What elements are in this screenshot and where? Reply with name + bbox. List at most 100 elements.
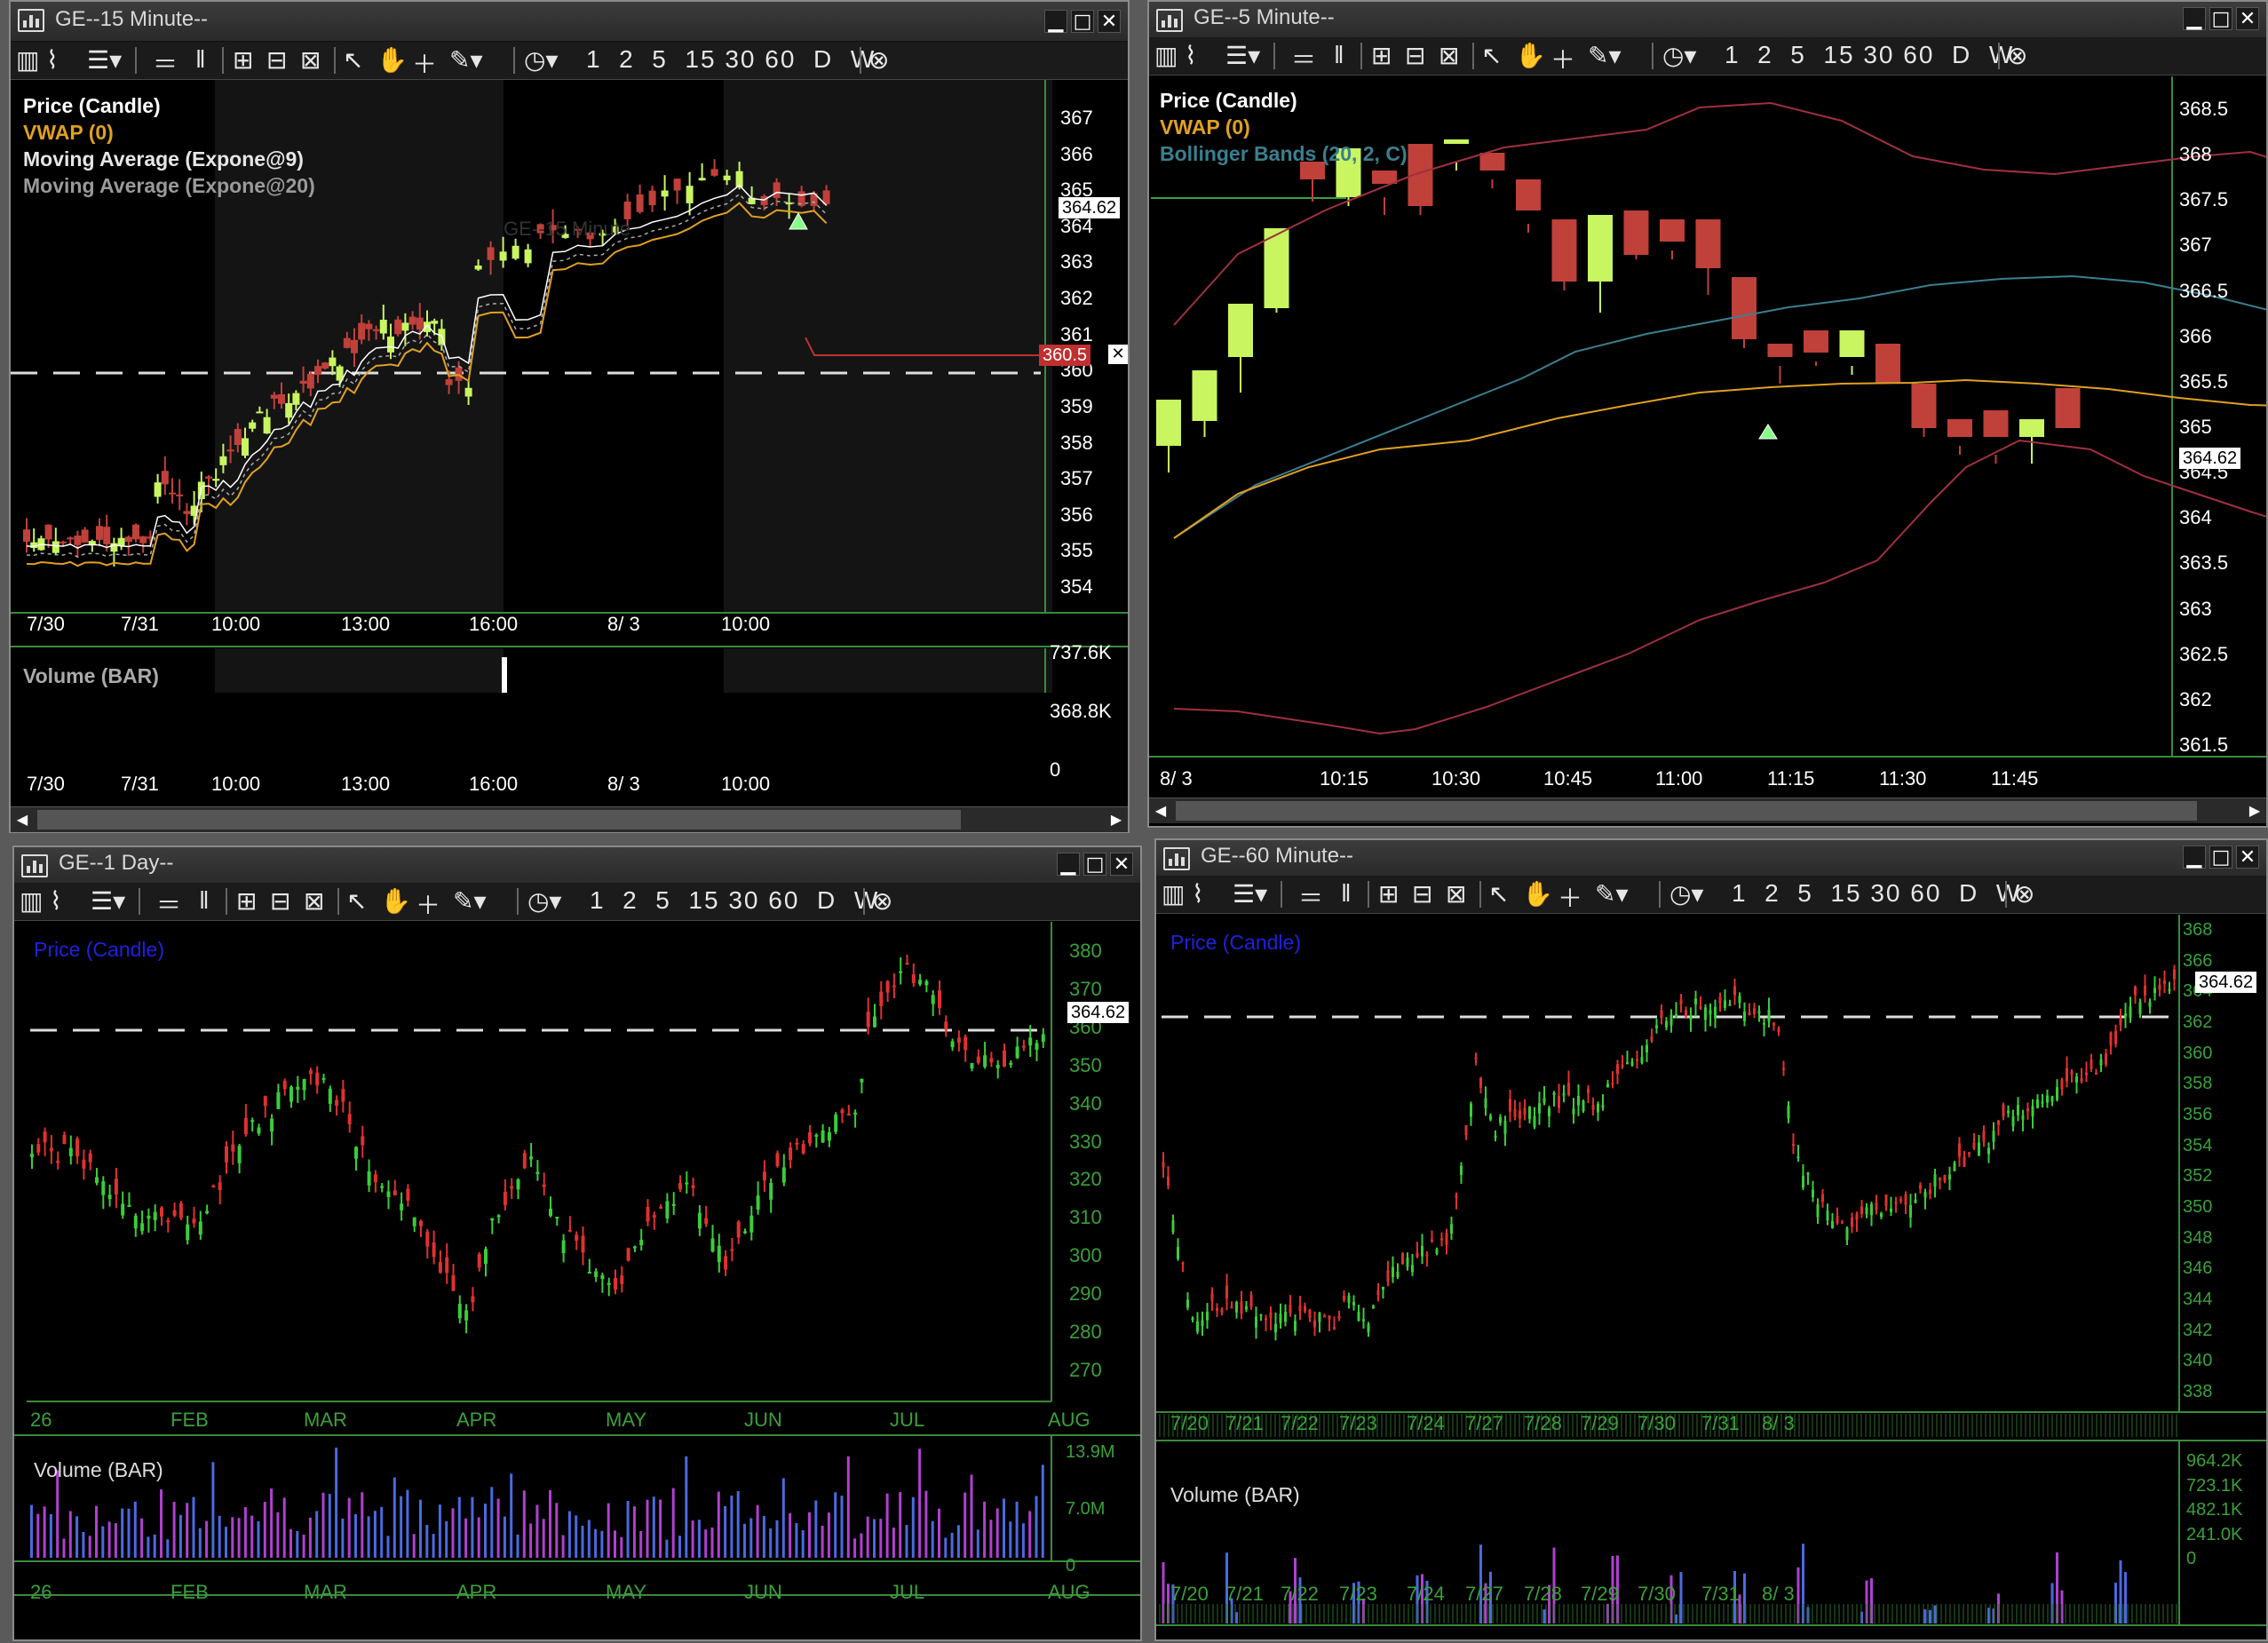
clock-icon[interactable]: ◷▾ — [1669, 879, 1704, 909]
period-30[interactable]: 30 — [728, 886, 759, 914]
price-chart-60min[interactable] — [1156, 915, 2266, 1643]
crosshair-icon[interactable]: ＋ — [1550, 41, 1575, 76]
hand-icon[interactable]: ✋ — [377, 45, 408, 75]
period-15[interactable]: 15 — [685, 45, 716, 73]
hlines-icon[interactable]: ＝ — [156, 886, 181, 922]
period-buttons[interactable]: 1 2 5 15 30 60 D W — [586, 45, 876, 74]
hlines-icon[interactable]: ＝ — [1298, 879, 1323, 915]
zoom-in-icon[interactable]: ⊞ — [236, 886, 257, 916]
layers-icon[interactable]: ☰▾ — [91, 886, 125, 916]
period-d[interactable]: D — [1952, 41, 1971, 68]
close-circle-icon[interactable]: ⊗ — [2007, 41, 2027, 70]
period-60[interactable]: 60 — [765, 45, 796, 73]
period-30[interactable]: 30 — [725, 45, 756, 73]
window-titlebar[interactable]: GE--1 Day-- ▁ □ ✕ — [14, 847, 1140, 884]
chart-type-icon[interactable]: ▥ — [20, 886, 43, 916]
layers-icon[interactable]: ☰▾ — [87, 45, 122, 75]
pen-icon[interactable]: ✎▾ — [1595, 879, 1629, 909]
chart-window-15min[interactable]: GE--15 Minute-- ▁ □ ✕ ▥ ⌇ ☰▾ ＝ ‖ ⊞ ⊟ ⊠ ↖… — [9, 0, 1130, 833]
crosshair-icon[interactable]: ＋ — [416, 886, 440, 922]
pen-icon[interactable]: ✎▾ — [1588, 41, 1622, 70]
draw-line-icon[interactable]: ⌇ — [46, 45, 59, 75]
hand-icon[interactable]: ✋ — [380, 886, 411, 916]
zoom-in-icon[interactable]: ⊞ — [233, 45, 253, 75]
chart-type-icon[interactable]: ▥ — [1162, 879, 1185, 909]
minimize-button[interactable]: ▁ — [2183, 845, 2206, 869]
period-buttons[interactable]: 1 2 5 15 30 60 D W — [590, 886, 879, 915]
window-titlebar[interactable]: GE--5 Minute-- ▁ □ ✕ — [1149, 2, 2266, 38]
zoom-out-icon[interactable]: ⊟ — [266, 45, 287, 75]
close-button[interactable]: ✕ — [1110, 853, 1133, 876]
chart-window-1day[interactable]: GE--1 Day-- ▁ □ ✕ ▥ ⌇ ☰▾ ＝ ‖ ⊞ ⊟ ⊠ ↖ ✋ ＋… — [12, 845, 1142, 1641]
period-5[interactable]: 5 — [1790, 41, 1806, 68]
close-circle-icon[interactable]: ⊗ — [868, 45, 889, 75]
close-button[interactable]: ✕ — [2236, 845, 2259, 869]
period-buttons[interactable]: 1 2 5 15 30 60 D W — [1732, 879, 2021, 908]
chart-window-60min[interactable]: GE--60 Minute-- ▁ □ ✕ ▥ ⌇ ☰▾ ＝ ‖ ⊞ ⊟ ⊠ ↖… — [1154, 838, 2268, 1641]
zoom-fit-icon[interactable]: ⊠ — [1446, 879, 1466, 909]
horizontal-scrollbar[interactable]: ◀ ▶ — [11, 806, 1128, 832]
chart-type-icon[interactable]: ▥ — [16, 45, 39, 75]
period-30[interactable]: 30 — [1870, 879, 1901, 907]
period-15[interactable]: 15 — [688, 886, 719, 914]
alert-price-tag[interactable]: 360.5 — [1039, 345, 1091, 366]
clock-icon[interactable]: ◷▾ — [524, 45, 559, 75]
period-15[interactable]: 15 — [1830, 879, 1861, 907]
zoom-in-icon[interactable]: ⊞ — [1378, 879, 1399, 909]
clock-icon[interactable]: ◷▾ — [527, 886, 562, 916]
scroll-thumb[interactable] — [37, 810, 961, 829]
maximize-button[interactable]: □ — [2209, 845, 2232, 869]
crosshair-icon[interactable]: ＋ — [1558, 879, 1582, 915]
period-buttons[interactable]: 1 2 5 15 30 60 D W — [1725, 41, 2014, 69]
scroll-right-arrow[interactable]: ▶ — [1105, 807, 1128, 832]
hand-icon[interactable]: ✋ — [1515, 41, 1546, 70]
crosshair-icon[interactable]: ＋ — [412, 45, 437, 81]
vlines-icon[interactable]: ‖ — [1341, 879, 1352, 908]
period-1[interactable]: 1 — [1725, 41, 1741, 68]
vlines-icon[interactable]: ‖ — [1334, 41, 1344, 69]
minimize-button[interactable]: ▁ — [2183, 7, 2206, 30]
period-1[interactable]: 1 — [1732, 879, 1748, 907]
scroll-right-arrow[interactable]: ▶ — [2243, 798, 2266, 823]
pen-icon[interactable]: ✎▾ — [453, 886, 487, 916]
period-d[interactable]: D — [1959, 879, 1979, 907]
vlines-icon[interactable]: ‖ — [195, 45, 206, 74]
zoom-out-icon[interactable]: ⊟ — [1405, 41, 1425, 70]
draw-line-icon[interactable]: ⌇ — [1185, 41, 1197, 70]
period-30[interactable]: 30 — [1863, 41, 1894, 68]
hand-icon[interactable]: ✋ — [1522, 879, 1553, 909]
period-2[interactable]: 2 — [1764, 879, 1780, 907]
close-button[interactable]: ✕ — [1098, 10, 1121, 33]
period-60[interactable]: 60 — [1903, 41, 1934, 68]
delete-alert-icon[interactable]: ✕ — [1108, 345, 1128, 364]
zoom-fit-icon[interactable]: ⊠ — [300, 45, 321, 75]
pointer-icon[interactable]: ↖ — [1488, 879, 1509, 909]
period-15[interactable]: 15 — [1823, 41, 1854, 68]
period-60[interactable]: 60 — [1910, 879, 1941, 907]
minimize-button[interactable]: ▁ — [1057, 853, 1080, 876]
zoom-fit-icon[interactable]: ⊠ — [304, 886, 324, 916]
scroll-left-arrow[interactable]: ◀ — [11, 807, 34, 832]
chart-type-icon[interactable]: ▥ — [1154, 41, 1178, 70]
maximize-button[interactable]: □ — [1071, 10, 1094, 33]
zoom-out-icon[interactable]: ⊟ — [270, 886, 290, 916]
price-chart-5min[interactable] — [1149, 76, 2266, 796]
price-chart-1day[interactable] — [14, 922, 1140, 1643]
zoom-fit-icon[interactable]: ⊠ — [1439, 41, 1459, 70]
period-60[interactable]: 60 — [768, 886, 799, 914]
layers-icon[interactable]: ☰▾ — [1225, 41, 1260, 70]
vlines-icon[interactable]: ‖ — [199, 886, 210, 915]
period-d[interactable]: D — [813, 45, 833, 73]
minimize-button[interactable]: ▁ — [1044, 10, 1067, 33]
zoom-in-icon[interactable]: ⊞ — [1371, 41, 1392, 70]
draw-line-icon[interactable]: ⌇ — [1192, 879, 1204, 909]
window-titlebar[interactable]: GE--15 Minute-- ▁ □ ✕ — [11, 2, 1128, 42]
period-5[interactable]: 5 — [655, 886, 671, 914]
period-5[interactable]: 5 — [1797, 879, 1813, 907]
clock-icon[interactable]: ◷▾ — [1662, 41, 1697, 70]
period-d[interactable]: D — [817, 886, 837, 914]
chart-window-5min[interactable]: GE--5 Minute-- ▁ □ ✕ ▥ ⌇ ☰▾ ＝ ‖ ⊞ ⊟ ⊠ ↖ … — [1147, 0, 2268, 828]
maximize-button[interactable]: □ — [2209, 7, 2232, 30]
close-button[interactable]: ✕ — [2236, 7, 2259, 30]
horizontal-scrollbar[interactable]: ◀ ▶ — [1149, 798, 2266, 823]
